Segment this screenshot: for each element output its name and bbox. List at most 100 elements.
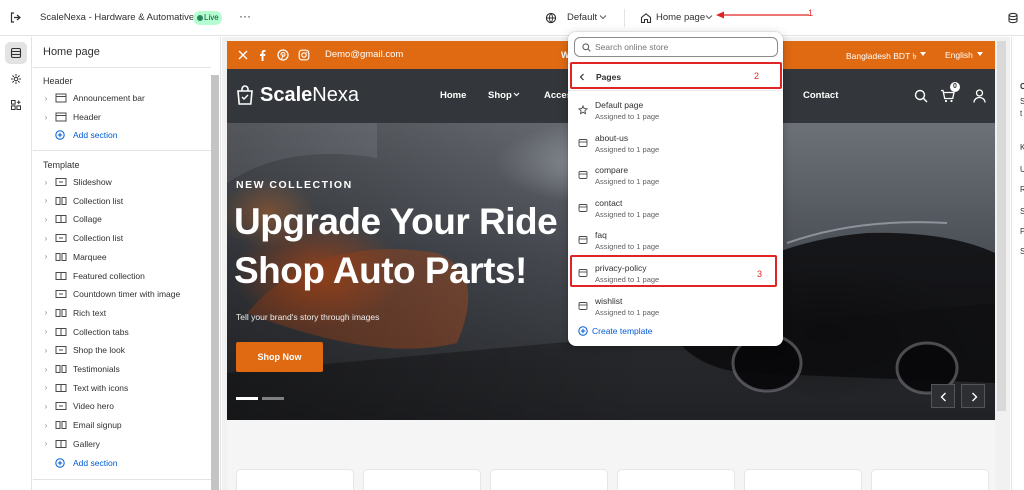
add-section-button[interactable]: Add section: [41, 454, 211, 472]
collection-card[interactable]: [871, 469, 989, 490]
sections-rail-button[interactable]: [5, 42, 27, 64]
sidebar-item-announcement-bar[interactable]: › Announcement bar: [41, 89, 211, 107]
sidebar-item-video-hero[interactable]: › Video hero: [41, 397, 211, 415]
more-actions-button[interactable]: ···: [239, 9, 251, 23]
nav-contact[interactable]: Contact: [803, 90, 838, 101]
sidebar-item-gallery[interactable]: › Gallery: [41, 435, 211, 453]
store-name: ScaleNexa - Hardware & Automative: [40, 12, 195, 23]
panel-letter: t: [1020, 109, 1023, 118]
sidebar-item-rich-text[interactable]: › Rich text: [41, 304, 211, 322]
sidebar-item-collection-list[interactable]: › Collection list: [41, 229, 211, 247]
chevron-right-icon[interactable]: ›: [41, 327, 51, 336]
theme-select[interactable]: Default: [567, 12, 597, 23]
search-input[interactable]: [595, 40, 775, 54]
exit-icon[interactable]: [9, 11, 22, 24]
template-option-name: Default page: [595, 100, 644, 110]
add-section-button[interactable]: Add section: [41, 126, 211, 144]
sidebar-item-collage[interactable]: › Collage: [41, 210, 211, 228]
panel-letter[interactable]: S: [1020, 207, 1024, 216]
template-option-compare[interactable]: compare Assigned to 1 page: [568, 160, 783, 192]
chevron-down-icon[interactable]: [705, 14, 713, 20]
user-icon[interactable]: [973, 89, 986, 103]
sidebar-item-featured-collection[interactable]: Featured collection: [41, 267, 211, 285]
sidebar-item-collection-tabs[interactable]: › Collection tabs: [41, 323, 211, 341]
template-option-name: compare: [595, 165, 629, 176]
caret-down-icon[interactable]: [920, 52, 926, 56]
announcement-email[interactable]: Demo@gmail.com: [325, 49, 403, 60]
sidebar-item-email-signup[interactable]: › Email signup: [41, 416, 211, 434]
apps-icon[interactable]: [5, 94, 27, 116]
hero-subtext: Tell your brand's story through images: [236, 312, 380, 322]
sidebar-scrollbar[interactable]: [211, 75, 219, 490]
template-option-wishlist[interactable]: wishlist Assigned to 1 page: [568, 291, 783, 323]
divider: [33, 150, 211, 151]
sidebar-item-countdown-timer-with-image[interactable]: Countdown timer with image: [41, 285, 211, 303]
collection-card[interactable]: [236, 469, 354, 490]
sidebar-item-shop-the-look[interactable]: › Shop the look: [41, 341, 211, 359]
search-field[interactable]: [574, 37, 778, 57]
sidebar-item-slideshow[interactable]: › Slideshow: [41, 173, 211, 191]
nav-home[interactable]: Home: [440, 90, 466, 101]
sidebar-item-marquee[interactable]: › Marquee: [41, 248, 211, 266]
chevron-right-icon[interactable]: ›: [41, 421, 51, 430]
instagram-icon[interactable]: [298, 49, 310, 61]
chevron-down-icon[interactable]: [513, 92, 520, 97]
chevron-right-icon[interactable]: ›: [41, 308, 51, 317]
chevron-right-icon[interactable]: ›: [41, 234, 51, 243]
next-slide-button[interactable]: [961, 384, 985, 408]
sidebar-item-collection-list[interactable]: › Collection list: [41, 192, 211, 210]
chevron-right-icon[interactable]: ›: [41, 346, 51, 355]
panel-letter[interactable]: S: [1020, 247, 1024, 256]
slide-indicator[interactable]: [262, 397, 284, 400]
shop-now-button[interactable]: Shop Now: [236, 342, 323, 372]
sidebar-item-label: Collection list: [73, 233, 124, 244]
chevron-right-icon[interactable]: ›: [41, 215, 51, 224]
collection-card[interactable]: [363, 469, 481, 490]
create-template-label: Create template: [592, 326, 653, 336]
currency-selector[interactable]: Bangladesh BDT ৳: [846, 50, 917, 64]
database-icon[interactable]: [1007, 12, 1019, 24]
template-option-about-us[interactable]: about-us Assigned to 1 page: [568, 128, 783, 160]
gear-icon[interactable]: [5, 68, 27, 90]
collection-card[interactable]: [744, 469, 862, 490]
chevron-right-icon[interactable]: ›: [41, 383, 51, 392]
template-option-default-page[interactable]: Default page Assigned to 1 page: [568, 95, 783, 127]
site-logo[interactable]: ScaleNexa: [260, 84, 359, 107]
panel-letter[interactable]: U: [1020, 165, 1024, 174]
slide-indicator-active[interactable]: [236, 397, 258, 400]
chevron-right-icon[interactable]: ›: [41, 365, 51, 374]
prev-slide-button[interactable]: [931, 384, 955, 408]
page-select[interactable]: Home page: [656, 12, 705, 23]
sidebar-item-label: Gallery: [73, 438, 100, 449]
search-icon[interactable]: [914, 89, 928, 103]
section-icon: [55, 345, 67, 355]
x-twitter-icon[interactable]: [238, 50, 248, 60]
panel-letter[interactable]: R: [1020, 185, 1024, 194]
chevron-right-icon[interactable]: ›: [41, 178, 51, 187]
preview-scrollbar[interactable]: [997, 41, 1006, 411]
pinterest-icon[interactable]: [277, 49, 289, 61]
chevron-right-icon[interactable]: ›: [41, 94, 51, 103]
sidebar-item-text-with-icons[interactable]: › Text with icons: [41, 379, 211, 397]
template-option-contact[interactable]: contact Assigned to 1 page: [568, 193, 783, 225]
sidebar-item-testimonials[interactable]: › Testimonials: [41, 360, 211, 378]
chevron-down-icon[interactable]: [599, 14, 607, 20]
language-selector[interactable]: English: [945, 50, 973, 60]
collection-card[interactable]: [490, 469, 608, 490]
sidebar-item-header[interactable]: › Header: [41, 108, 211, 126]
chevron-right-icon[interactable]: ›: [41, 252, 51, 261]
create-template-button[interactable]: Create template: [578, 325, 698, 339]
template-option-faq[interactable]: faq Assigned to 1 page: [568, 225, 783, 257]
hero-headline-line-2: Shop Auto Parts!: [234, 250, 527, 291]
sections-sidebar: Home page Header › Announcement bar › He…: [33, 37, 221, 490]
settings-panel-edge: C S t K U R S P S: [1011, 37, 1024, 490]
nav-shop[interactable]: Shop: [488, 90, 512, 101]
facebook-icon[interactable]: [258, 49, 266, 61]
chevron-right-icon[interactable]: ›: [41, 196, 51, 205]
caret-down-icon[interactable]: [977, 52, 983, 56]
chevron-right-icon[interactable]: ›: [41, 113, 51, 122]
chevron-right-icon[interactable]: ›: [41, 402, 51, 411]
chevron-right-icon[interactable]: ›: [41, 439, 51, 448]
panel-letter[interactable]: P: [1020, 227, 1024, 236]
collection-card[interactable]: [617, 469, 735, 490]
